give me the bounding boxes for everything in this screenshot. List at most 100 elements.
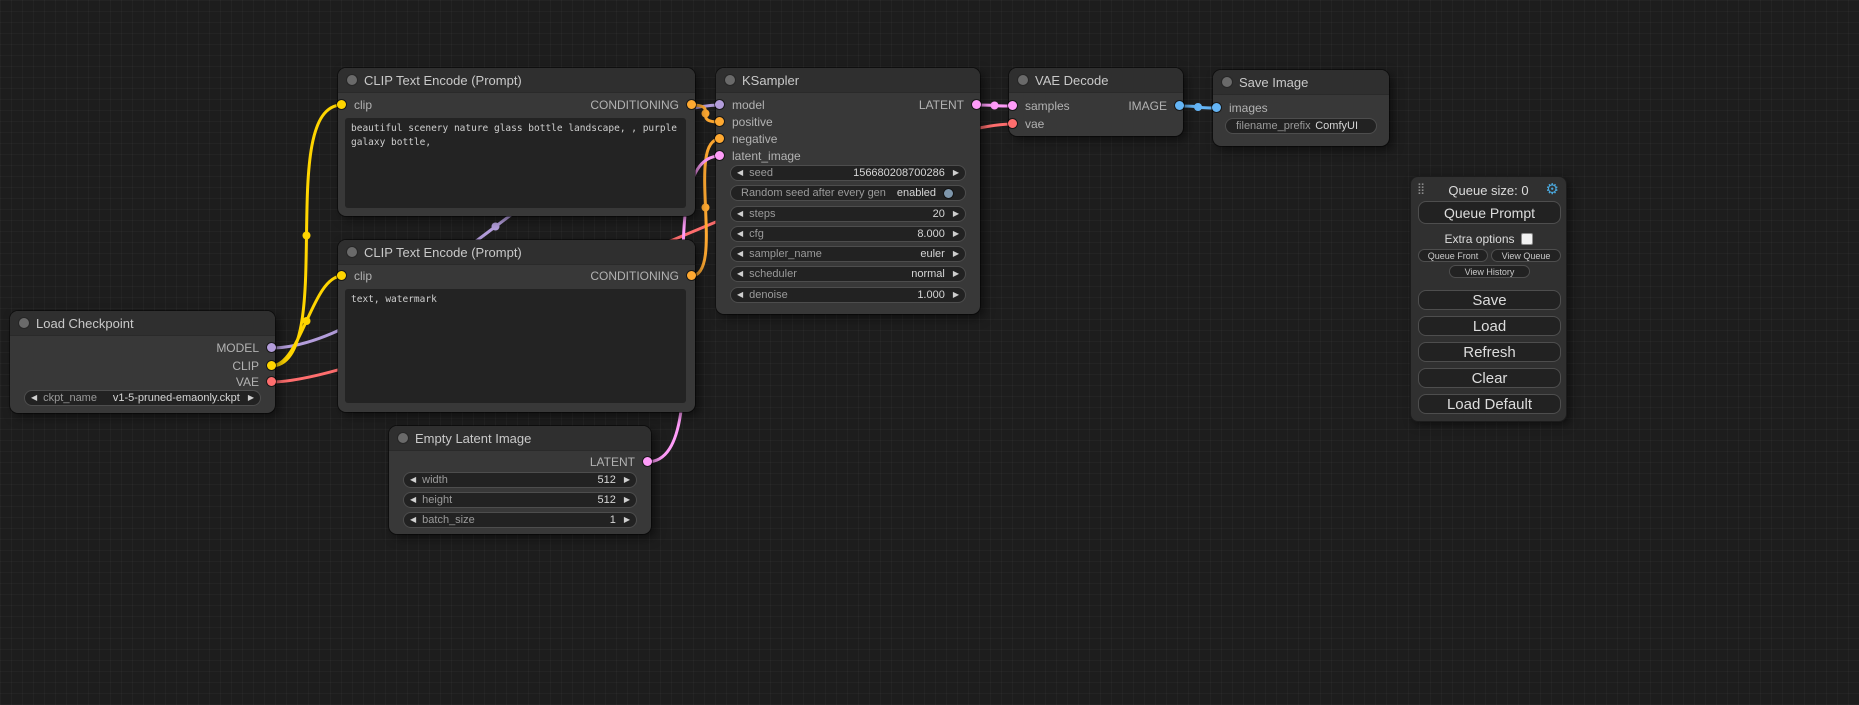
widget-label: scheduler xyxy=(749,268,797,280)
height-widget[interactable]: height 512 xyxy=(403,492,637,508)
port-negative-input[interactable] xyxy=(715,134,724,143)
node-clip-text-encode-negative[interactable]: CLIP Text Encode (Prompt) clip CONDITION… xyxy=(338,240,695,412)
increment-arrow-icon[interactable] xyxy=(947,227,965,241)
batch-size-widget[interactable]: batch_size 1 xyxy=(403,512,637,528)
collapse-dot-icon[interactable] xyxy=(347,247,357,257)
decrement-arrow-icon[interactable] xyxy=(731,166,749,180)
link-midpoint-dot[interactable] xyxy=(492,223,500,231)
prompt-textarea[interactable]: text, watermark xyxy=(345,289,686,403)
collapse-dot-icon[interactable] xyxy=(347,75,357,85)
port-clip-input[interactable] xyxy=(337,271,346,280)
port-vae-input[interactable] xyxy=(1008,119,1017,128)
node-title-bar[interactable]: Save Image xyxy=(1213,70,1389,95)
increment-arrow-icon[interactable] xyxy=(618,513,636,527)
decrement-arrow-icon[interactable] xyxy=(731,247,749,261)
collapse-dot-icon[interactable] xyxy=(398,433,408,443)
node-vae-decode[interactable]: VAE Decode samples vae IMAGE xyxy=(1009,68,1183,136)
load-default-button[interactable]: Load Default xyxy=(1418,394,1561,414)
decrement-arrow-icon[interactable] xyxy=(404,473,422,487)
increment-arrow-icon[interactable] xyxy=(618,493,636,507)
prompt-textarea[interactable]: beautiful scenery nature glass bottle la… xyxy=(345,118,686,208)
ckpt-name-widget[interactable]: ckpt_name v1-5-pruned-emaonly.ckpt xyxy=(24,390,261,406)
queue-prompt-button[interactable]: Queue Prompt xyxy=(1418,201,1561,224)
cfg-widget[interactable]: cfg 8.000 xyxy=(730,226,966,242)
port-model-output[interactable] xyxy=(267,343,276,352)
view-history-button[interactable]: View History xyxy=(1449,265,1530,278)
link-midpoint-dot[interactable] xyxy=(303,232,311,240)
node-clip-text-encode-positive[interactable]: CLIP Text Encode (Prompt) clip CONDITION… xyxy=(338,68,695,216)
decrement-arrow-icon[interactable] xyxy=(404,513,422,527)
link-midpoint-dot[interactable] xyxy=(303,317,311,325)
node-title-bar[interactable]: KSampler xyxy=(716,68,980,93)
node-ksampler[interactable]: KSampler model positive negative latent_… xyxy=(716,68,980,314)
link-midpoint-dot[interactable] xyxy=(991,102,999,110)
decrement-arrow-icon[interactable] xyxy=(404,493,422,507)
node-title-bar[interactable]: VAE Decode xyxy=(1009,68,1183,93)
port-images-input[interactable] xyxy=(1212,103,1221,112)
decrement-arrow-icon[interactable] xyxy=(731,207,749,221)
load-button[interactable]: Load xyxy=(1418,316,1561,336)
output-label-conditioning: CONDITIONING xyxy=(590,268,679,284)
increment-arrow-icon[interactable] xyxy=(947,288,965,302)
port-clip-input[interactable] xyxy=(337,100,346,109)
queue-front-button[interactable]: Queue Front xyxy=(1418,249,1488,262)
node-title: VAE Decode xyxy=(1035,73,1108,88)
seed-widget[interactable]: seed 156680208700286 xyxy=(730,165,966,181)
port-conditioning-output[interactable] xyxy=(687,100,696,109)
decrement-arrow-icon[interactable] xyxy=(731,288,749,302)
node-title-bar[interactable]: Empty Latent Image xyxy=(389,426,651,451)
clear-button[interactable]: Clear xyxy=(1418,368,1561,388)
collapse-dot-icon[interactable] xyxy=(725,75,735,85)
port-latent-image-input[interactable] xyxy=(715,151,724,160)
extra-options-checkbox[interactable] xyxy=(1521,233,1533,245)
scheduler-widget[interactable]: scheduler normal xyxy=(730,266,966,282)
decrement-arrow-icon[interactable] xyxy=(731,227,749,241)
port-samples-input[interactable] xyxy=(1008,101,1017,110)
link-wire-clip-to-positive-prompt[interactable] xyxy=(271,105,342,366)
node-title-bar[interactable]: CLIP Text Encode (Prompt) xyxy=(338,240,695,265)
random-seed-toggle-widget[interactable]: Random seed after every gen enabled xyxy=(730,185,966,201)
sampler-name-widget[interactable]: sampler_name euler xyxy=(730,246,966,262)
view-queue-button[interactable]: View Queue xyxy=(1491,249,1561,262)
steps-widget[interactable]: steps 20 xyxy=(730,206,966,222)
width-widget[interactable]: width 512 xyxy=(403,472,637,488)
toggle-knob-icon[interactable] xyxy=(944,189,953,198)
port-image-output[interactable] xyxy=(1175,101,1184,110)
collapse-dot-icon[interactable] xyxy=(1018,75,1028,85)
decrement-arrow-icon[interactable] xyxy=(25,391,43,405)
increment-arrow-icon[interactable] xyxy=(947,267,965,281)
filename-prefix-widget[interactable]: filename_prefix ComfyUI xyxy=(1225,118,1377,134)
save-button[interactable]: Save xyxy=(1418,290,1561,310)
node-load-checkpoint[interactable]: Load Checkpoint MODEL CLIP VAE ckpt_name… xyxy=(10,311,275,413)
link-midpoint-dot[interactable] xyxy=(702,110,710,118)
port-vae-output[interactable] xyxy=(267,377,276,386)
increment-arrow-icon[interactable] xyxy=(947,247,965,261)
port-conditioning-output[interactable] xyxy=(687,271,696,280)
port-model-input[interactable] xyxy=(715,100,724,109)
settings-gear-icon[interactable] xyxy=(1546,180,1559,198)
refresh-button[interactable]: Refresh xyxy=(1418,342,1561,362)
node-save-image[interactable]: Save Image images filename_prefix ComfyU… xyxy=(1213,70,1389,146)
denoise-widget[interactable]: denoise 1.000 xyxy=(730,287,966,303)
increment-arrow-icon[interactable] xyxy=(947,207,965,221)
node-title: Empty Latent Image xyxy=(415,431,531,446)
link-midpoint-dot[interactable] xyxy=(1194,103,1202,111)
increment-arrow-icon[interactable] xyxy=(242,391,260,405)
increment-arrow-icon[interactable] xyxy=(618,473,636,487)
decrement-arrow-icon[interactable] xyxy=(731,267,749,281)
node-empty-latent-image[interactable]: Empty Latent Image LATENT width 512 heig… xyxy=(389,426,651,534)
graph-canvas[interactable]: Load Checkpoint MODEL CLIP VAE ckpt_name… xyxy=(0,0,1859,705)
port-clip-output[interactable] xyxy=(267,361,276,370)
node-title-bar[interactable]: Load Checkpoint xyxy=(10,311,275,336)
widget-label: seed xyxy=(749,167,773,179)
increment-arrow-icon[interactable] xyxy=(947,166,965,180)
collapse-dot-icon[interactable] xyxy=(1222,77,1232,87)
link-midpoint-dot[interactable] xyxy=(702,204,710,212)
widget-value: 20 xyxy=(933,208,947,220)
collapse-dot-icon[interactable] xyxy=(19,318,29,328)
node-title-bar[interactable]: CLIP Text Encode (Prompt) xyxy=(338,68,695,93)
port-latent-output[interactable] xyxy=(972,100,981,109)
port-latent-output[interactable] xyxy=(643,457,652,466)
link-wire-clip-to-negative-prompt[interactable] xyxy=(271,276,342,366)
port-positive-input[interactable] xyxy=(715,117,724,126)
